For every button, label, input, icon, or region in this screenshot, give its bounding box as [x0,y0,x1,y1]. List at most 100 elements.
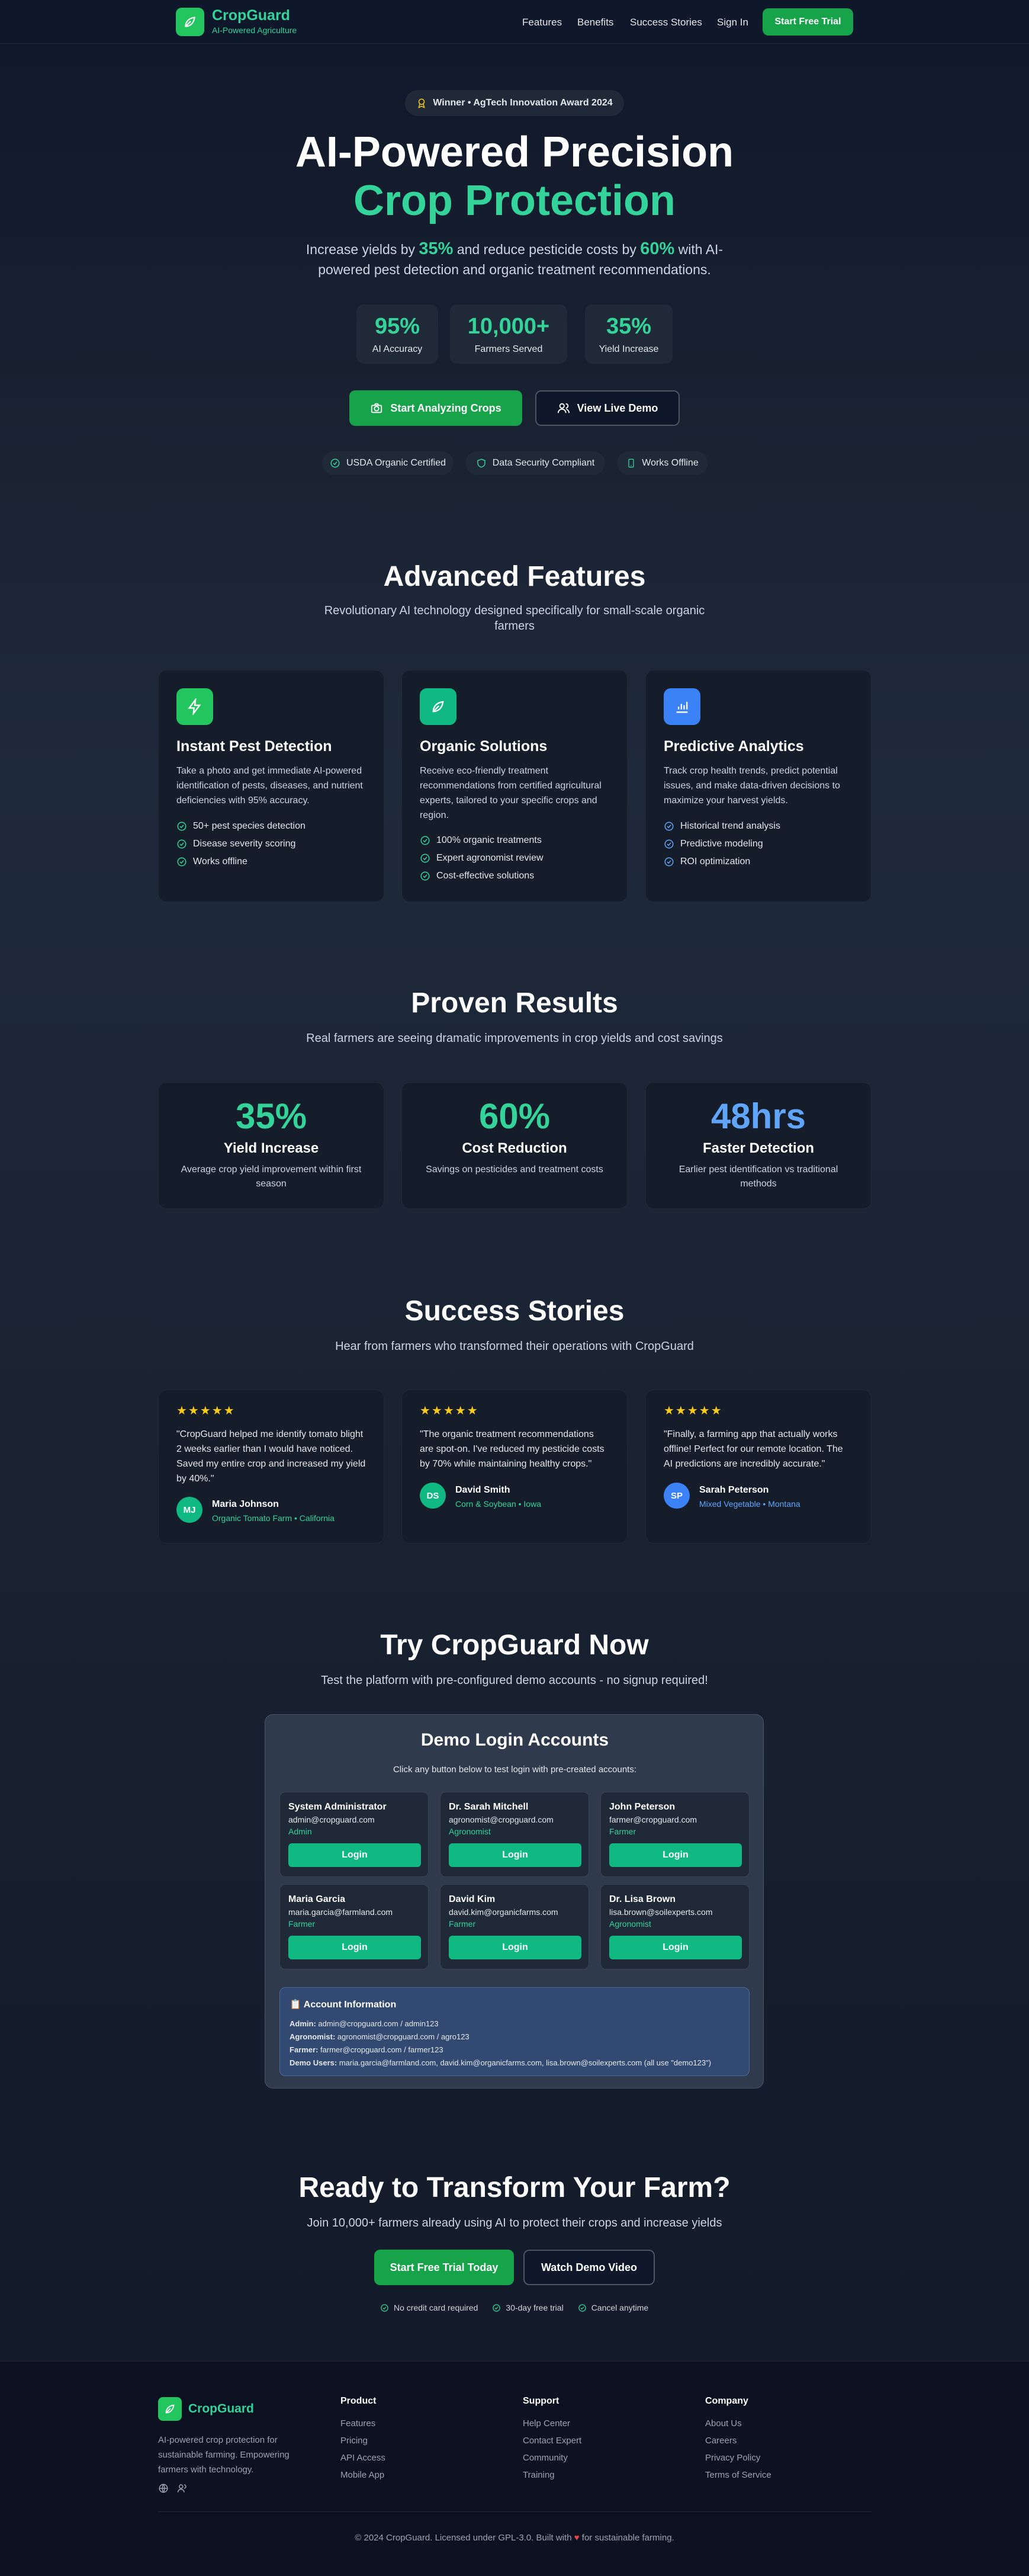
start-analyzing-button[interactable]: Start Analyzing Crops [349,390,522,426]
nav-link-features[interactable]: Features [522,17,562,28]
footer-link[interactable]: About Us [705,2418,771,2429]
testimonial-card: ★★★★★ "Finally, a farming app that actua… [645,1390,872,1544]
footer-link[interactable]: Pricing [340,2436,385,2446]
result-description: Savings on pesticides and treatment cost… [426,1165,603,1175]
footer-column-company: Company About Us Careers Privacy Policy … [705,2396,771,2480]
login-button[interactable]: Login [288,1843,421,1867]
account-info-key: Admin: [290,2019,316,2028]
features-heading: Advanced Features [383,561,646,592]
footer-link[interactable]: Features [340,2418,385,2429]
footer-link[interactable]: Contact Expert [523,2436,581,2446]
login-button[interactable]: Login [609,1843,742,1867]
feature-list: 50+ pest species detection Disease sever… [176,817,306,871]
nav-link-sign-in[interactable]: Sign In [717,17,748,28]
quote-line: offline! Perfect for our remote location… [664,1444,843,1454]
badge-security: Data Security Compliant [465,451,605,475]
demo-account-name: Dr. Sarah Mitchell [449,1802,529,1812]
footer-column-title: Company [705,2396,748,2406]
footer-link[interactable]: Careers [705,2436,771,2446]
feature-list-item: Expert agronomist review [420,849,544,867]
feature-description: Take a photo and get immediate AI-powere… [176,764,372,808]
stat-farmers: 10,000+ Farmers Served [450,304,567,364]
bar-chart-icon [664,688,700,725]
result-title: Cost Reduction [462,1140,567,1156]
watch-demo-video-button[interactable]: Watch Demo Video [523,2250,655,2285]
demo-account-email: agronomist@cropguard.com [449,1815,554,1824]
footer-link[interactable]: Terms of Service [705,2470,771,2480]
login-button[interactable]: Login [288,1936,421,1959]
demo-login-panel: Demo Login Accounts Click any button bel… [265,1714,764,2089]
star-rating-icon: ★★★★★ [420,1404,479,1417]
nav-link-success-stories[interactable]: Success Stories [630,17,702,28]
cta-note-label: 30-day free trial [506,2303,564,2312]
check-circle-icon [176,821,187,832]
users-icon [557,402,570,415]
result-card-detection: 48hrs Faster Detection Earlier pest iden… [645,1082,872,1209]
login-button[interactable]: Login [609,1936,742,1959]
result-desc-line: Average crop yield improvement within fi… [181,1165,362,1175]
demo-subtitle: Test the platform with pre-configured de… [321,1674,708,1687]
leaf-logo-icon[interactable] [176,8,204,36]
cta-note: Cancel anytime [578,2303,648,2312]
feature-list: 100% organic treatments Expert agronomis… [420,832,544,885]
shield-icon [476,458,487,469]
cta-note: No credit card required [380,2303,478,2312]
star-rating-icon: ★★★★★ [176,1404,236,1417]
camera-icon [370,402,383,415]
brand-name[interactable]: CropGuard [212,7,290,24]
login-button[interactable]: Login [449,1936,581,1959]
footer-link[interactable]: API Access [340,2453,385,2463]
users-icon[interactable] [177,2483,188,2494]
demo-account-email: david.kim@organicfarms.com [449,1907,558,1917]
footer-link[interactable]: Training [523,2470,581,2480]
footer-link[interactable]: Community [523,2453,581,2463]
view-live-demo-button[interactable]: View Live Demo [535,390,680,426]
start-free-trial-button[interactable]: Start Free Trial [763,8,853,36]
feature-list-item: ROI optimization [664,853,780,871]
feature-item-label: Disease severity scoring [193,839,296,849]
star-rating-icon: ★★★★★ [664,1404,723,1417]
demo-account-card: John Peterson farmer@cropguard.com Farme… [600,1792,750,1877]
award-icon [416,98,427,108]
footer-link[interactable]: Privacy Policy [705,2453,771,2463]
features-subtitle-line2: farmers [494,620,535,633]
demo-account-card: Dr. Lisa Brown lisa.brown@soilexperts.co… [600,1884,750,1969]
result-value: 48hrs [710,1096,806,1136]
leaf-logo-icon [158,2397,182,2421]
result-value: 60% [478,1096,551,1136]
globe-icon[interactable] [158,2483,169,2494]
stories-subtitle: Hear from farmers who transformed their … [335,1340,694,1353]
check-circle-icon [492,2304,501,2312]
award-badge: Winner • AgTech Innovation Award 2024 [405,90,624,116]
nav-link-benefits[interactable]: Benefits [577,17,613,28]
footer-link[interactable]: Help Center [523,2418,581,2429]
feature-item-label: Historical trend analysis [680,821,780,831]
hero-desc-cost: 60% [640,239,675,258]
top-nav: CropGuard AI-Powered Agriculture Feature… [0,0,1029,44]
avatar: SP [664,1483,690,1509]
check-circle-icon [420,835,430,846]
testimonial-quote: "Finally, a farming app that actually wo… [664,1427,843,1471]
footer-link[interactable]: Mobile App [340,2470,385,2480]
feature-item-label: 100% organic treatments [436,835,542,845]
badge-label: Works Offline [642,458,699,468]
testimonial-quote: "CropGuard helped me identify tomato bli… [176,1427,365,1486]
account-info-row: Demo Users: maria.garcia@farmland.com, d… [290,2057,711,2070]
feature-desc-line: issues, and make data-driven decisions t… [664,781,840,791]
feature-item-label: Works offline [193,856,247,867]
quote-line: 2 weeks earlier than I would have notice… [176,1444,353,1454]
start-free-trial-today-button[interactable]: Start Free Trial Today [374,2250,514,2285]
check-circle-icon [664,839,674,849]
demo-account-name: David Kim [449,1894,496,1904]
testimonial-farm: Mixed Vegetable • Montana [699,1499,800,1509]
result-title: Yield Increase [223,1140,319,1156]
feature-title: Organic Solutions [420,738,548,755]
cta-note: 30-day free trial [492,2303,564,2312]
quote-line: Saved my entire crop and increased my yi… [176,1459,366,1469]
view-live-demo-label: View Live Demo [577,402,658,414]
badge-label: Data Security Compliant [492,458,595,468]
testimonial-farm: Organic Tomato Farm • California [212,1513,335,1523]
login-button[interactable]: Login [449,1843,581,1867]
account-info-list: Admin: admin@cropguard.com / admin123 Ag… [290,2017,711,2070]
footer-desc-line: farmers with technology. [158,2465,254,2475]
